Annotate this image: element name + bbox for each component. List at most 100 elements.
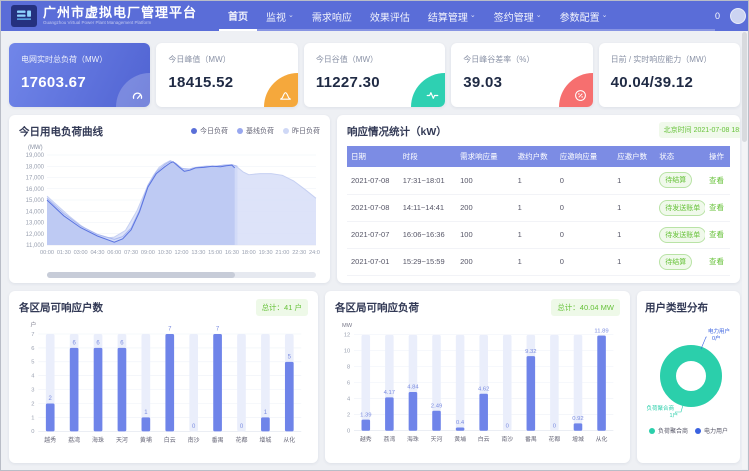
table-cell: 1 <box>514 248 556 275</box>
district-users-chart: 01234567户2越秀6荔湾6海珠6天河1黄埔7白云0南沙7番禺0花都1增城5… <box>19 317 308 457</box>
kpi-label: 日前 / 实时响应能力（MW） <box>611 54 728 65</box>
table-cell: 2021-07-08 <box>347 194 399 221</box>
svg-text:0户: 0户 <box>712 334 721 342</box>
nav-item-monitor[interactable]: 监视⌄ <box>257 1 303 31</box>
nav-item-settlement[interactable]: 结算管理⌄ <box>419 1 485 31</box>
svg-text:13:30: 13:30 <box>191 250 205 256</box>
svg-text:电力用户: 电力用户 <box>708 327 730 335</box>
chevron-down-icon: ⌄ <box>470 11 476 19</box>
nav-item-demand-response[interactable]: 需求响应 <box>303 1 361 31</box>
nav-item-contract[interactable]: 签约管理⌄ <box>485 1 551 31</box>
svg-text:15,000: 15,000 <box>26 198 45 204</box>
cell-action: 查看 <box>705 194 730 221</box>
legend-item[interactable]: 今日负荷 <box>191 126 228 136</box>
svg-text:6: 6 <box>347 381 350 387</box>
svg-text:9.32: 9.32 <box>525 349 536 355</box>
district-users-total-badge: 总计：41 户 <box>256 299 308 316</box>
middle-row: 今日用电负荷曲线 今日负荷基线负荷昨日负荷 11,00012,00013,000… <box>1 107 748 283</box>
view-link[interactable]: 查看 <box>709 203 724 212</box>
legend-dot-icon <box>695 428 701 434</box>
svg-text:番禺: 番禺 <box>525 436 537 443</box>
svg-text:21:00: 21:00 <box>275 250 289 256</box>
legend-item[interactable]: 电力用户 <box>695 426 728 435</box>
legend-dot-icon <box>191 128 197 134</box>
kpi-card-response-capacity: 日前 / 实时响应能力（MW） 40.04/39.12 <box>599 43 740 107</box>
table-cell: 1 <box>514 221 556 248</box>
table-row: 2021-07-0814:11~14:41200101待发送账单查看 <box>347 194 730 221</box>
nav-item-parameters[interactable]: 参数配置⌄ <box>551 1 617 31</box>
chevron-down-icon: ⌄ <box>536 11 542 19</box>
chart-datazoom-slider[interactable] <box>47 272 316 278</box>
cell-action: 查看 <box>705 221 730 248</box>
svg-text:0: 0 <box>347 429 350 435</box>
dashboard-screen: 广州市虚拟电厂管理平台 Guangzhou Virtual Power Plan… <box>0 0 749 471</box>
svg-text:10: 10 <box>344 349 350 355</box>
svg-text:7: 7 <box>216 327 220 333</box>
col-action: 操作 <box>705 146 730 167</box>
svg-text:12: 12 <box>344 333 350 339</box>
load-curve-card: 今日用电负荷曲线 今日负荷基线负荷昨日负荷 11,00012,00013,000… <box>9 115 330 283</box>
svg-text:4.84: 4.84 <box>407 385 419 391</box>
notification-count[interactable]: 0 <box>715 11 720 21</box>
user-type-donut-chart: 电力用户0户负荷聚合商1户 <box>645 319 732 423</box>
svg-text:MW: MW <box>342 323 353 329</box>
kpi-label: 今日峰值（MW） <box>168 54 285 65</box>
datazoom-range[interactable] <box>47 272 235 278</box>
svg-text:16:30: 16:30 <box>225 250 239 256</box>
table-cell: 200 <box>456 248 513 275</box>
avatar[interactable] <box>730 8 746 24</box>
view-link[interactable]: 查看 <box>709 257 724 266</box>
response-table-body: 2021-07-0817:31~18:01100101待结算查看2021-07-… <box>347 167 730 275</box>
col-accepted-amount: 应邀响应量 <box>556 146 613 167</box>
col-status: 状态 <box>655 146 705 167</box>
svg-text:7: 7 <box>31 332 34 338</box>
kpi-value: 40.04/39.12 <box>611 74 728 91</box>
svg-text:01:30: 01:30 <box>57 250 71 256</box>
legend-item[interactable]: 昨日负荷 <box>283 126 320 136</box>
cell-status: 待结算 <box>655 167 705 194</box>
nav-item-home[interactable]: 首页 <box>219 1 257 31</box>
table-cell: 1 <box>514 167 556 194</box>
scrollbar-thumb[interactable] <box>742 32 747 142</box>
svg-text:15:00: 15:00 <box>208 250 222 256</box>
table-cell: 0 <box>556 167 613 194</box>
svg-text:黄埔: 黄埔 <box>454 435 466 443</box>
load-curve-legend: 今日负荷基线负荷昨日负荷 <box>191 126 320 136</box>
kpi-card-today-valley: 今日谷值（MW） 11227.30 <box>304 43 445 107</box>
table-cell: 2021-07-07 <box>347 221 399 248</box>
legend-item[interactable]: 基线负荷 <box>237 126 274 136</box>
svg-text:海珠: 海珠 <box>407 435 419 443</box>
svg-text:(MW): (MW) <box>28 145 43 151</box>
svg-text:负荷聚合商: 负荷聚合商 <box>646 404 674 412</box>
svg-text:00:00: 00:00 <box>40 250 54 256</box>
table-cell: 1 <box>613 248 655 275</box>
table-cell: 0 <box>556 248 613 275</box>
user-type-legend: 负荷聚合商电力用户 <box>645 426 732 435</box>
svg-text:07:30: 07:30 <box>124 250 138 256</box>
svg-text:0: 0 <box>31 429 34 435</box>
legend-dot-icon <box>283 128 289 134</box>
view-link[interactable]: 查看 <box>709 230 724 239</box>
kpi-label: 电网实时总负荷（MW） <box>21 54 138 65</box>
svg-text:白云: 白云 <box>478 435 490 443</box>
svg-text:16,000: 16,000 <box>26 187 45 193</box>
legend-item[interactable]: 负荷聚合商 <box>649 426 688 435</box>
table-cell: 1 <box>613 167 655 194</box>
svg-text:10:30: 10:30 <box>158 250 172 256</box>
page-scrollbar[interactable] <box>742 32 747 469</box>
svg-text:海珠: 海珠 <box>92 436 104 444</box>
bottom-row: 各区局可响应户数 总计：41 户 01234567户2越秀6荔湾6海珠6天河1黄… <box>1 283 748 463</box>
beijing-time-badge: 北京时间 2021-07-08 18:1 <box>659 122 740 138</box>
chevron-down-icon: ⌄ <box>602 11 608 19</box>
nav-item-effect-evaluation[interactable]: 效果评估 <box>361 1 419 31</box>
svg-text:黄埔: 黄埔 <box>140 436 152 444</box>
cell-status: 待发送账单 <box>655 221 705 248</box>
svg-text:6: 6 <box>31 346 34 352</box>
legend-dot-icon <box>649 428 655 434</box>
svg-text:花都: 花都 <box>236 436 248 444</box>
table-cell: 1 <box>514 194 556 221</box>
view-link[interactable]: 查看 <box>709 176 724 185</box>
table-row: 2021-07-0115:29~15:59200101待结算查看 <box>347 248 730 275</box>
table-cell: 17:31~18:01 <box>399 167 456 194</box>
svg-text:04:30: 04:30 <box>90 250 104 256</box>
